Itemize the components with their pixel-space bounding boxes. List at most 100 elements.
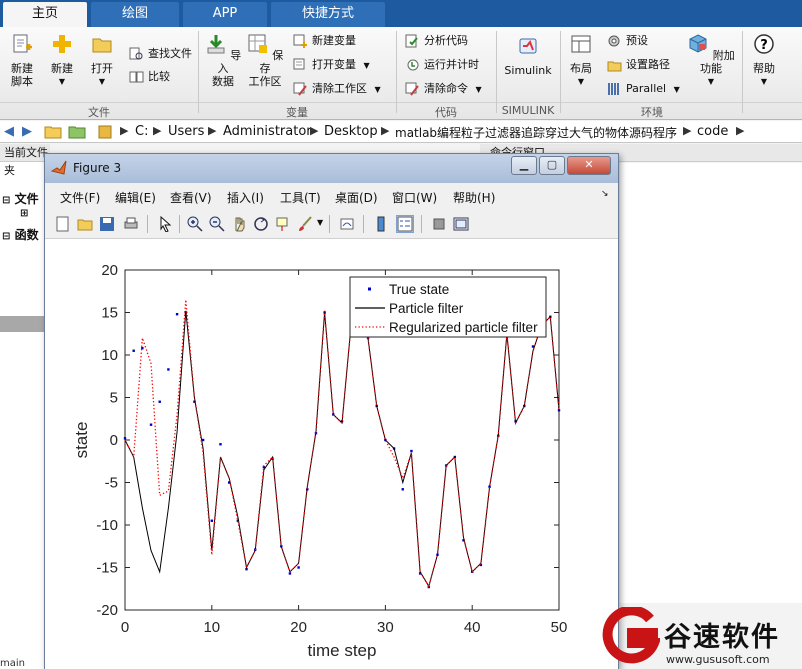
hide-plot-tools-icon[interactable] [431,216,447,232]
tab-home[interactable]: 主页 [3,2,87,27]
maximize-button[interactable]: ▢ [539,156,565,175]
legend-icon[interactable] [396,215,414,233]
open-variable-button[interactable]: 打开变量 ▼ [292,56,370,74]
x-tick-label: 30 [377,619,394,636]
layout-label: 布局 [570,62,592,75]
path-separator-icon: ▶ [310,124,319,137]
minimize-button[interactable]: ▁ [511,156,537,175]
clear-commands-button[interactable]: 清除命令 ▼ [404,80,482,98]
ribbon-separator [198,31,199,113]
show-plot-tools-icon[interactable] [453,216,469,232]
new-figure-icon[interactable] [55,216,71,232]
pointer-icon[interactable] [157,216,173,232]
parallel-button[interactable]: Parallel ▼ [606,80,680,98]
expand-icon[interactable]: ⊞ [20,208,28,219]
menu-desktop[interactable]: 桌面(D) [335,189,378,206]
close-button[interactable]: ✕ [567,156,611,175]
collapse-icon[interactable]: ⊟ [2,231,10,242]
save-icon[interactable] [99,216,115,232]
run-and-time-icon [407,59,419,71]
preferences-button[interactable]: 预设 [606,32,648,50]
menu-help[interactable]: 帮助(H) [453,189,495,206]
menu-file[interactable]: 文件(F) [60,189,100,206]
compare-button[interactable]: 比较 [128,68,170,86]
set-path-label: 设置路径 [626,58,670,71]
toolbar-separator [329,215,330,233]
print-icon[interactable] [123,216,139,232]
colorbar-icon[interactable] [373,216,389,232]
breadcrumb-desktop[interactable]: Desktop [324,124,378,139]
chevron-down-icon[interactable]: ▼ [317,218,323,227]
ribbon-tab-bar: 主页 绘图 APP 快捷方式 [0,0,802,27]
tab-apps[interactable]: APP [183,2,267,27]
collapse-icon[interactable]: ⊟ [2,195,10,206]
breadcrumb-users[interactable]: Users [168,124,204,139]
new-script-button[interactable]: 新建 脚本 [4,33,40,88]
breadcrumb-code[interactable]: code [697,124,728,139]
rotate-3d-icon[interactable] [253,216,269,232]
menu-edit[interactable]: 编辑(E) [115,189,156,206]
path-separator-icon: ▶ [153,124,162,137]
true-state-point [123,437,127,440]
help-button[interactable]: ? 帮助 ▼ [748,33,780,88]
true-state-point [149,423,153,426]
up-folder-icon[interactable] [44,123,62,142]
ribbon-group-divider [0,102,802,103]
set-path-button[interactable]: 设置路径 [606,56,670,74]
command-window[interactable] [620,163,802,603]
pan-hand-icon[interactable] [231,216,247,232]
parallel-label: Parallel [626,82,667,95]
back-arrow-icon[interactable]: ◀ [4,124,14,139]
y-tick-label: 5 [110,390,118,407]
selected-file-row[interactable] [0,316,50,332]
new-button[interactable]: 新建 ▼ [44,33,80,88]
open-button[interactable]: 打开 ▼ [84,33,120,88]
x-tick-label: 40 [464,619,481,636]
tab-plots[interactable]: 绘图 [91,2,179,27]
clear-workspace-icon [293,82,307,96]
import-data-button[interactable]: 导入 数据 [204,33,242,88]
forward-arrow-icon[interactable]: ▶ [22,124,32,139]
dock-arrow-icon[interactable]: ↘ [601,189,609,199]
breadcrumb-drive[interactable]: C: [135,124,148,139]
simulink-button[interactable]: Simulink [500,35,556,77]
path-separator-icon: ▶ [381,124,390,137]
figure-title-bar[interactable]: Figure 3 ▁ ▢ ✕ [45,154,618,183]
functions-section[interactable]: ⊟ 函数 [2,226,39,243]
menu-view[interactable]: 查看(V) [170,189,212,206]
open-file-icon[interactable] [77,216,93,232]
link-plot-icon[interactable] [339,216,355,232]
layout-button[interactable]: 布局 ▼ [564,33,598,88]
find-files-button[interactable]: 查找文件 [128,45,192,63]
chevron-down-icon: ▼ [760,77,768,86]
zoom-in-icon[interactable] [187,216,203,232]
breadcrumb-administrator[interactable]: Administrator [223,124,312,139]
files-section[interactable]: ⊟ 文件 [2,190,39,207]
menu-insert[interactable]: 插入(I) [227,189,264,206]
clear-workspace-button[interactable]: 清除工作区 ▼ [292,80,381,98]
true-state-point [210,519,213,522]
simulink-group-label: SIMULINK [501,104,555,117]
addons-button[interactable]: 附加功能 ▼ [686,33,736,88]
maximize-icon: ▢ [546,158,558,171]
menu-window[interactable]: 窗口(W) [392,189,437,206]
compare-icon [129,71,144,83]
parallel-icon [608,83,619,95]
new-label: 新建 [51,62,73,75]
menu-tools[interactable]: 工具(T) [280,189,321,206]
breadcrumb-project-folder[interactable]: matlab编程粒子过滤器追踪穿过大气的物体源码程序 [395,124,677,141]
true-state-point [132,349,135,352]
x-axis-label: time step [308,641,377,660]
browse-folder-icon[interactable] [68,123,86,142]
tab-shortcuts[interactable]: 快捷方式 [271,2,385,27]
ribbon-separator [396,31,397,113]
analyze-code-button[interactable]: 分析代码 [404,32,468,50]
brush-icon[interactable] [297,216,313,232]
save-workspace-button[interactable]: 保存 工作区 [246,33,284,88]
zoom-out-icon[interactable] [209,216,225,232]
chart-svg[interactable]: 0 10 20 30 40 50-20-15-10-505101520time steps… [45,240,618,669]
simulink-icon [519,38,537,54]
run-and-time-button[interactable]: 运行并计时 [404,56,479,74]
data-cursor-icon[interactable] [275,216,291,232]
new-variable-button[interactable]: 新建变量 [292,32,356,50]
